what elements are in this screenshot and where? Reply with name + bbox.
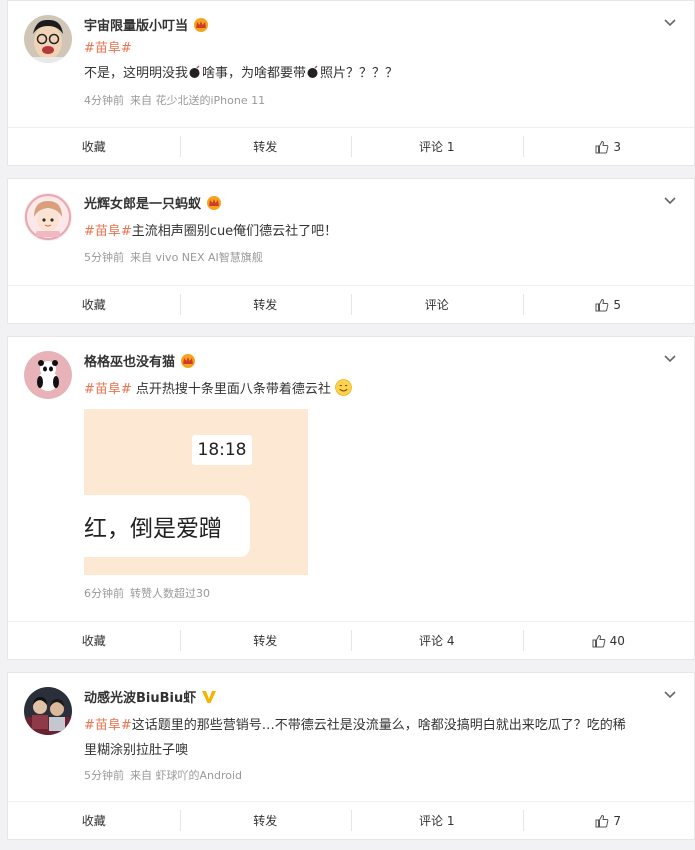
username[interactable]: 宇宙限量版小叮当: [84, 15, 209, 34]
crown-icon: [181, 353, 196, 368]
text-segment: 不是，这明明没我: [84, 66, 189, 81]
timestamp[interactable]: 4分钟前: [84, 94, 124, 107]
post-card: 光辉女郎是一只蚂蚁 #苗阜#主流相声圈别cue俺们德云社了吧！ 5分钟前 来自 v…: [7, 178, 695, 324]
favorite-label: 收藏: [81, 140, 106, 154]
source: 转赞人数超过30: [130, 587, 210, 600]
action-bar: 收藏 转发 评论 1 3: [8, 127, 694, 165]
topic-link[interactable]: #苗阜#: [84, 382, 132, 397]
action-bar: 收藏 转发 评论 1 7: [8, 801, 694, 839]
thumbs-up-icon: [595, 298, 609, 311]
like-count: 40: [609, 633, 625, 648]
chevron-down-icon[interactable]: [662, 687, 678, 703]
repost-label: 转发: [253, 140, 278, 154]
comment-label: 评论 1: [419, 140, 455, 154]
comment-label: 评论 1: [419, 814, 455, 828]
like-button[interactable]: 3: [522, 128, 695, 165]
favorite-label: 收藏: [81, 634, 106, 648]
favorite-button[interactable]: 收藏: [8, 128, 180, 165]
source: 来自 虾球吖的Android: [130, 769, 243, 782]
bomb-emoji-icon: [307, 65, 318, 78]
avatar[interactable]: [24, 687, 72, 735]
chevron-down-icon[interactable]: [662, 351, 678, 367]
favorite-button[interactable]: 收藏: [8, 622, 180, 659]
favorite-button[interactable]: 收藏: [8, 802, 180, 839]
post-meta: 6分钟前 转赞人数超过30: [84, 585, 210, 601]
favorite-label: 收藏: [81, 814, 106, 828]
topic-link[interactable]: #苗阜#: [84, 718, 132, 733]
repost-button[interactable]: 转发: [179, 286, 352, 323]
comment-button[interactable]: 评论: [351, 286, 523, 323]
crown-icon: [194, 17, 209, 32]
image-caption: 红，倒是爱蹭: [84, 495, 250, 557]
favorite-button[interactable]: 收藏: [8, 286, 180, 323]
like-button[interactable]: 5: [522, 286, 695, 323]
username-text[interactable]: 格格巫也没有猫: [84, 351, 175, 370]
post-text: #苗阜# 不是，这明明没我 啥事，为啥都要带 照片？？？？: [84, 36, 674, 86]
image-time-label: 18:18: [192, 435, 252, 465]
like-count: 7: [613, 813, 622, 828]
comment-button[interactable]: 评论 1: [351, 128, 523, 165]
text-segment: 啥事，为啥都要带: [202, 66, 307, 81]
post-meta: 5分钟前 来自 虾球吖的Android: [84, 767, 242, 783]
favorite-label: 收藏: [81, 298, 106, 312]
repost-label: 转发: [253, 814, 278, 828]
comment-label: 评论: [424, 298, 449, 312]
post-meta: 4分钟前 来自 花少北送的iPhone 11: [84, 92, 265, 108]
post-text: #苗阜#主流相声圈别cue俺们德云社了吧！: [84, 219, 674, 244]
post-card: 动感光波BiuBiu虾 #苗阜#这话题里的那些营销号…不带德云社是没流量么，啥都…: [7, 672, 695, 840]
post-text: #苗阜# 点开热搜十条里面八条带着德云社: [84, 377, 674, 402]
username[interactable]: 格格巫也没有猫: [84, 351, 196, 370]
repost-button[interactable]: 转发: [179, 128, 352, 165]
thumbs-up-icon: [592, 634, 605, 647]
post-card: 宇宙限量版小叮当 #苗阜# 不是，这明明没我 啥事，为啥都要带 照片？？？？ 4分钟…: [7, 0, 695, 166]
crown-icon: [207, 195, 222, 210]
repost-label: 转发: [253, 298, 278, 312]
username-text[interactable]: 光辉女郎是一只蚂蚁: [84, 193, 201, 212]
verified-v-icon: [202, 690, 217, 703]
text-segment: 里糊涂别拉肚子噢: [84, 743, 189, 758]
timestamp[interactable]: 5分钟前: [84, 769, 124, 782]
repost-button[interactable]: 转发: [179, 622, 352, 659]
chevron-down-icon[interactable]: [662, 15, 678, 31]
topic-link[interactable]: #苗阜#: [84, 224, 132, 239]
like-button[interactable]: 7: [522, 802, 695, 839]
text-segment: 照片？？？？: [320, 66, 399, 81]
text-segment: 这话题里的那些营销号…不带德云社是没流量么，啥都没搞明白就出来吃瓜了？吃的稀: [131, 718, 626, 733]
comment-label: 评论 4: [419, 634, 455, 648]
avatar[interactable]: [24, 15, 72, 63]
comment-button[interactable]: 评论 4: [351, 622, 523, 659]
post-meta: 5分钟前 来自 vivo NEX AI智慧旗舰: [84, 249, 263, 265]
thumbs-up-icon: [595, 140, 609, 153]
post-card: 格格巫也没有猫 #苗阜# 点开热搜十条里面八条带着德云社 18:18 红，倒是爱…: [7, 336, 695, 660]
post-image[interactable]: 18:18 红，倒是爱蹭: [84, 409, 308, 575]
text-segment: 点开热搜十条里面八条带着德云社: [131, 382, 331, 397]
timestamp[interactable]: 6分钟前: [84, 587, 124, 600]
thumbs-up-icon: [595, 814, 609, 827]
action-bar: 收藏 转发 评论 4 40: [8, 621, 694, 659]
bomb-emoji-icon: [189, 65, 200, 78]
username[interactable]: 动感光波BiuBiu虾: [84, 687, 217, 706]
username-text[interactable]: 宇宙限量版小叮当: [84, 15, 188, 34]
timestamp[interactable]: 5分钟前: [84, 251, 124, 264]
like-count: 5: [613, 297, 622, 312]
post-text: #苗阜#这话题里的那些营销号…不带德云社是没流量么，啥都没搞明白就出来吃瓜了？吃…: [84, 713, 674, 763]
avatar[interactable]: [24, 193, 72, 241]
topic-link[interactable]: #苗阜#: [84, 41, 132, 56]
chevron-down-icon[interactable]: [662, 193, 678, 209]
comment-button[interactable]: 评论 1: [351, 802, 523, 839]
source: 来自 vivo NEX AI智慧旗舰: [130, 251, 263, 264]
text-segment: 主流相声圈别cue俺们德云社了吧！: [131, 224, 338, 239]
action-bar: 收藏 转发 评论 5: [8, 285, 694, 323]
like-count: 3: [613, 139, 622, 154]
repost-button[interactable]: 转发: [179, 802, 352, 839]
username-text[interactable]: 动感光波BiuBiu虾: [84, 687, 196, 706]
avatar[interactable]: [24, 351, 72, 399]
smile-emoji-icon: [335, 379, 352, 396]
like-button[interactable]: 40: [522, 622, 695, 659]
repost-label: 转发: [253, 634, 278, 648]
username[interactable]: 光辉女郎是一只蚂蚁: [84, 193, 222, 212]
source: 来自 花少北送的iPhone 11: [130, 94, 266, 107]
